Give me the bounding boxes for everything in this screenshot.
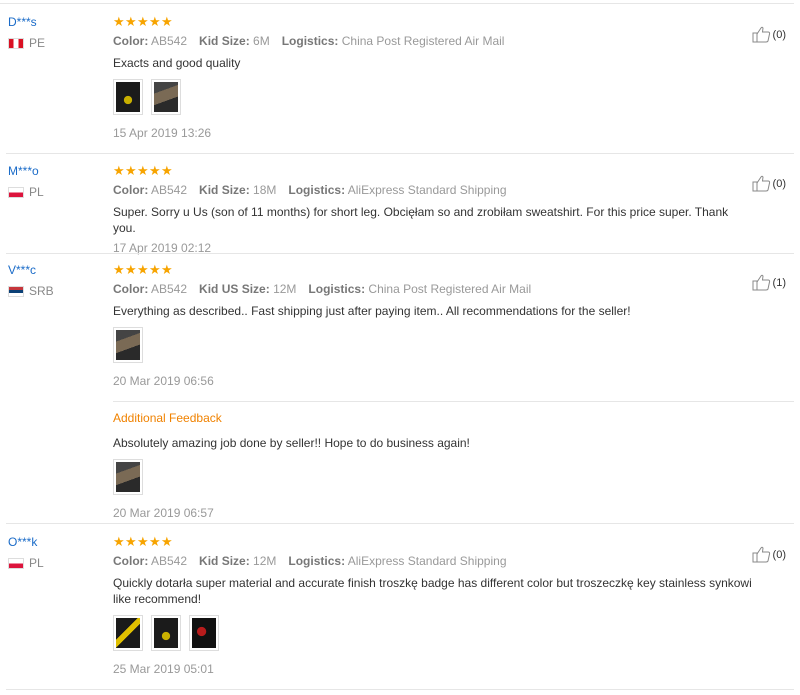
reviewer-info: V***c SRB (8, 262, 103, 298)
country-code: PE (29, 36, 46, 50)
review-photos (113, 79, 753, 115)
review-text: Super. Sorry u Us (son of 11 months) for… (113, 205, 729, 235)
star-icon: ★ (149, 13, 161, 29)
star-icon: ★ (137, 261, 149, 277)
reviewer-name[interactable]: D***s (8, 14, 103, 30)
additional-divider (113, 401, 794, 402)
star-icon: ★ (125, 13, 137, 29)
additional-feedback-text: Absolutely amazing job done by seller!! … (113, 436, 470, 450)
flag-icon (8, 186, 24, 198)
star-icon: ★ (149, 533, 161, 549)
review-date: 20 Mar 2019 06:56 (113, 374, 214, 388)
review-divider (6, 689, 794, 690)
star-icon: ★ (113, 13, 125, 29)
flag-icon (8, 37, 24, 49)
review-photo[interactable] (151, 615, 181, 651)
star-icon: ★ (149, 162, 161, 178)
review-photos (113, 327, 753, 363)
reviewer-country: PE (8, 36, 103, 50)
review-item: O***k PL ★ ★ ★ ★ ★ Color: AB542 Kid Size: 12M… (0, 534, 794, 690)
review-date: 15 Apr 2019 13:26 (113, 126, 212, 140)
review-content: ★ ★ ★ ★ ★ Color: AB542 Kid Size: 18M Logistics… (113, 163, 753, 256)
country-code: SRB (29, 284, 54, 298)
reviewer-info: M***o PL (8, 163, 103, 199)
star-icon: ★ (137, 13, 149, 29)
review-content: ★ ★ ★ ★ ★ Color: AB542 Kid US Size: 12M Logist… (113, 262, 794, 521)
review-photo[interactable] (151, 79, 181, 115)
additional-date: 20 Mar 2019 06:57 (113, 506, 214, 520)
order-info: Color: AB542 Kid Size: 6M Logistics: China… (113, 34, 505, 48)
order-info: Color: AB542 Kid US Size: 12M Logistics: C… (113, 282, 532, 296)
star-icon: ★ (161, 13, 173, 29)
review-photo[interactable] (189, 615, 219, 651)
country-code: PL (29, 185, 44, 199)
star-rating: ★ ★ ★ ★ ★ (113, 534, 753, 548)
star-icon: ★ (113, 162, 125, 178)
review-item: M***o PL ★ ★ ★ ★ ★ Color: AB542 Kid Size: 18M… (0, 163, 794, 256)
reviewer-country: PL (8, 556, 103, 570)
helpful-button[interactable]: (0) (752, 546, 786, 563)
star-icon: ★ (161, 533, 173, 549)
thumbs-up-icon (752, 175, 770, 192)
review-text: Everything as described.. Fast shipping … (113, 304, 631, 318)
order-info: Color: AB542 Kid Size: 12M Logistics: AliE… (113, 554, 507, 568)
reviewer-name[interactable]: O***k (8, 534, 103, 550)
reviewer-info: D***s PE (8, 14, 103, 50)
thumbs-up-icon (752, 546, 770, 563)
review-content: ★ ★ ★ ★ ★ Color: AB542 Kid Size: 12M Logistics… (113, 534, 753, 677)
star-icon: ★ (125, 162, 137, 178)
star-icon: ★ (137, 162, 149, 178)
reviewer-info: O***k PL (8, 534, 103, 570)
star-rating: ★ ★ ★ ★ ★ (113, 163, 753, 177)
helpful-button[interactable]: (0) (752, 26, 786, 43)
reviewer-name[interactable]: M***o (8, 163, 103, 179)
star-icon: ★ (161, 162, 173, 178)
flag-icon (8, 557, 24, 569)
helpful-count: (0) (772, 177, 786, 190)
additional-photos (113, 459, 753, 495)
star-rating: ★ ★ ★ ★ ★ (113, 262, 753, 276)
star-icon: ★ (125, 533, 137, 549)
review-photos (113, 615, 753, 651)
star-rating: ★ ★ ★ ★ ★ (113, 14, 753, 28)
review-text: Quickly dotarła super material and accur… (113, 576, 752, 606)
review-content: ★ ★ ★ ★ ★ Color: AB542 Kid Size: 6M Logistics:… (113, 14, 753, 141)
review-divider (6, 153, 794, 154)
helpful-button[interactable]: (1) (752, 274, 786, 291)
review-photo[interactable] (113, 79, 143, 115)
star-icon: ★ (161, 261, 173, 277)
review-divider (6, 253, 794, 254)
star-icon: ★ (113, 261, 125, 277)
thumbs-up-icon (752, 26, 770, 43)
star-icon: ★ (125, 261, 137, 277)
review-item: V***c SRB ★ ★ ★ ★ ★ Color: AB542 Kid US Size:… (0, 262, 794, 524)
star-icon: ★ (149, 261, 161, 277)
reviewer-country: SRB (8, 284, 103, 298)
country-code: PL (29, 556, 44, 570)
additional-feedback-title: Additional Feedback (113, 411, 222, 425)
reviewer-country: PL (8, 185, 103, 199)
helpful-count: (0) (772, 28, 786, 41)
thumbs-up-icon (752, 274, 770, 291)
flag-icon (8, 285, 24, 297)
review-item: D***s PE ★ ★ ★ ★ ★ Color: AB542 Kid Size: 6M L… (0, 14, 794, 154)
review-divider (6, 523, 794, 524)
review-photo[interactable] (113, 459, 143, 495)
star-icon: ★ (137, 533, 149, 549)
helpful-count: (0) (772, 548, 786, 561)
review-text: Exacts and good quality (113, 56, 241, 70)
reviewer-name[interactable]: V***c (8, 262, 103, 278)
star-icon: ★ (113, 533, 125, 549)
order-info: Color: AB542 Kid Size: 18M Logistics: AliE… (113, 183, 507, 197)
review-photo[interactable] (113, 327, 143, 363)
review-date: 25 Mar 2019 05:01 (113, 662, 214, 676)
helpful-count: (1) (772, 276, 786, 289)
top-divider (0, 3, 794, 4)
review-photo[interactable] (113, 615, 143, 651)
helpful-button[interactable]: (0) (752, 175, 786, 192)
